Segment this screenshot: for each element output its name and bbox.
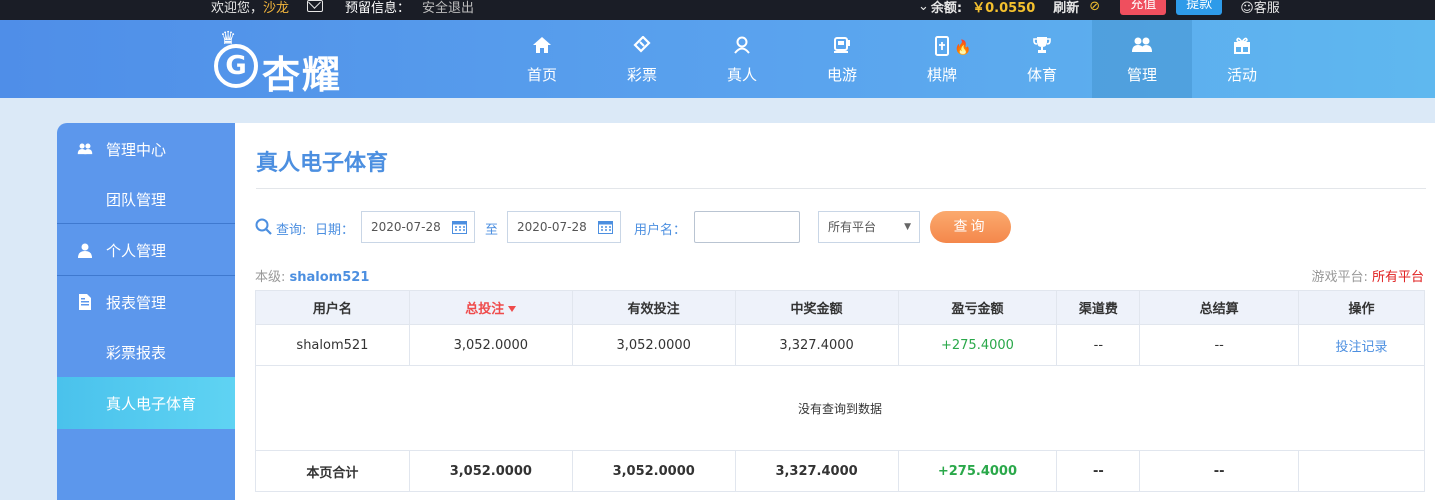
col-settlement: 总结算 bbox=[1139, 290, 1300, 325]
cell-settlement-sum: -- bbox=[1139, 450, 1300, 492]
user-info: 欢迎您，沙龙 预留信息： 安全退出 bbox=[211, 0, 474, 16]
recharge-button[interactable]: 充值 bbox=[1120, 0, 1167, 15]
welcome-text: 欢迎您，沙龙 bbox=[211, 0, 290, 16]
nav-home[interactable]: 首页 bbox=[492, 20, 592, 98]
date-from-input[interactable]: 2020-07-28 bbox=[361, 211, 475, 243]
col-username: 用户名 bbox=[255, 290, 410, 325]
cell-valid-bet: 3,052.0000 bbox=[571, 324, 736, 366]
balance-label: 余额: bbox=[930, 0, 963, 16]
table-total-row: 本页合计 3,052.0000 3,052.0000 3,327.4000 +2… bbox=[255, 450, 1425, 492]
username[interactable]: 沙龙 bbox=[263, 1, 289, 16]
report-icon bbox=[79, 294, 91, 310]
nav-chess[interactable]: 棋牌 🔥 bbox=[892, 20, 992, 98]
gift-icon bbox=[1234, 37, 1250, 54]
search-icon bbox=[255, 218, 272, 235]
withdraw-button[interactable]: 提款 bbox=[1176, 0, 1223, 15]
users-icon bbox=[77, 143, 93, 155]
cell-profit-loss-sum: +275.4000 bbox=[897, 450, 1058, 492]
username-label: 用户名： bbox=[634, 223, 687, 238]
chevron-down-icon[interactable]: ⌄ bbox=[918, 0, 929, 14]
logo-emblem: G bbox=[214, 44, 258, 88]
date-label: 日期： bbox=[315, 223, 355, 238]
account-bar: ⌄ 余额: ￥0.0550 刷新 ⊘ 充值 提款 ☺客服 bbox=[918, 0, 1280, 16]
query-button[interactable]: 查询 bbox=[930, 211, 1011, 243]
chat-icon: ☺ bbox=[1240, 0, 1254, 16]
cell-total-bet-sum: 3,052.0000 bbox=[408, 450, 573, 492]
table-empty-row: 没有查询到数据 bbox=[255, 365, 1425, 451]
ticket-icon bbox=[633, 36, 651, 53]
nav-activity[interactable]: 活动 bbox=[1192, 20, 1292, 98]
sidebar-item-team-management[interactable]: 团队管理 bbox=[57, 173, 235, 225]
person-icon bbox=[734, 36, 750, 54]
level-info: 本级: shalom521 bbox=[255, 270, 370, 285]
cell-username: shalom521 bbox=[255, 324, 410, 366]
reserved-message-label: 预留信息： bbox=[345, 0, 411, 16]
platform-select[interactable]: 所有平台 ▼ bbox=[818, 211, 920, 243]
hide-balance-icon[interactable]: ⊘ bbox=[1089, 0, 1100, 14]
users-icon bbox=[1132, 37, 1152, 52]
bet-record-link[interactable]: 投注记录 bbox=[1298, 324, 1425, 366]
user-icon bbox=[78, 243, 92, 258]
table-row: shalom521 3,052.0000 3,052.0000 3,327.40… bbox=[255, 324, 1425, 366]
nav-manage[interactable]: 管理 bbox=[1092, 20, 1192, 98]
sort-down-icon bbox=[508, 306, 517, 312]
top-bar: 欢迎您，沙龙 预留信息： 安全退出 ⌄ 余额: ￥0.0550 刷新 ⊘ 充值 … bbox=[0, 0, 1435, 20]
nav-sports[interactable]: 体育 bbox=[992, 20, 1092, 98]
nav-egames[interactable]: 电游 bbox=[792, 20, 892, 98]
logo[interactable]: ♛ G 杏耀 bbox=[212, 28, 362, 97]
sidebar-item-live-sports[interactable]: 真人电子体育 bbox=[57, 377, 235, 429]
col-valid-bet: 有效投注 bbox=[571, 290, 736, 325]
refresh-link[interactable]: 刷新 bbox=[1053, 0, 1079, 16]
balance-value: ￥0.0550 bbox=[972, 0, 1036, 16]
cell-valid-bet-sum: 3,052.0000 bbox=[571, 450, 736, 492]
hot-badge-icon: 🔥 bbox=[954, 40, 972, 56]
cell-total-bet: 3,052.0000 bbox=[408, 324, 573, 366]
title-divider bbox=[256, 188, 1426, 189]
sidebar-item-report-management[interactable]: 报表管理 bbox=[57, 276, 235, 328]
slot-icon bbox=[834, 37, 850, 53]
sidebar: 管理中心 团队管理 个人管理 报表管理 彩票报表 真人电子体育 bbox=[57, 123, 235, 500]
col-profit-loss: 盈亏金额 bbox=[897, 290, 1058, 325]
sidebar-item-lottery-report[interactable]: 彩票报表 bbox=[57, 326, 235, 378]
game-platform-value: 所有平台 bbox=[1371, 270, 1424, 285]
calendar-icon[interactable] bbox=[598, 220, 613, 234]
to-label: 至 bbox=[485, 223, 499, 238]
logo-text: 杏耀 bbox=[262, 52, 343, 97]
report-table: 用户名 总投注 有效投注 中奖金额 盈亏金额 渠道费 总结算 操作 shalom… bbox=[255, 290, 1425, 492]
home-icon bbox=[533, 37, 551, 53]
sidebar-item-management-center[interactable]: 管理中心 bbox=[57, 123, 235, 175]
col-win-amount: 中奖金额 bbox=[734, 290, 899, 325]
table-header-row: 用户名 总投注 有效投注 中奖金额 盈亏金额 渠道费 总结算 操作 bbox=[255, 290, 1425, 325]
cell-channel-fee: -- bbox=[1056, 324, 1141, 366]
page-title: 真人电子体育 bbox=[256, 151, 389, 176]
cell-profit-loss: +275.4000 bbox=[897, 324, 1058, 366]
customer-service-link[interactable]: ☺客服 bbox=[1240, 0, 1280, 16]
cell-win-amount-sum: 3,327.4000 bbox=[734, 450, 899, 492]
cell-action-empty bbox=[1298, 450, 1425, 492]
trophy-icon bbox=[1033, 37, 1051, 53]
col-total-bet[interactable]: 总投注 bbox=[408, 290, 573, 325]
main-panel: 真人电子体育 查询: 日期： 2020-07-28 至 2020-07-28 用… bbox=[235, 123, 1435, 500]
query-label: 查询: bbox=[276, 223, 307, 238]
level-username[interactable]: shalom521 bbox=[290, 270, 370, 285]
game-platform-info: 游戏平台: 所有平台 bbox=[1311, 270, 1424, 285]
nav-lottery[interactable]: 彩票 bbox=[592, 20, 692, 98]
col-channel-fee: 渠道费 bbox=[1056, 290, 1141, 325]
username-input[interactable] bbox=[694, 211, 800, 243]
sidebar-item-personal-management[interactable]: 个人管理 bbox=[57, 224, 235, 276]
cell-total-label: 本页合计 bbox=[255, 450, 410, 492]
cell-settlement: -- bbox=[1139, 324, 1300, 366]
cell-channel-fee-sum: -- bbox=[1056, 450, 1141, 492]
main-nav: ♛ G 杏耀 首页 彩票 真人 电游 棋牌 🔥 体育 管理 活动 bbox=[0, 20, 1435, 98]
caret-down-icon: ▼ bbox=[904, 222, 911, 232]
date-to-input[interactable]: 2020-07-28 bbox=[507, 211, 621, 243]
nav-live[interactable]: 真人 bbox=[692, 20, 792, 98]
cell-win-amount: 3,327.4000 bbox=[734, 324, 899, 366]
col-action: 操作 bbox=[1298, 290, 1425, 325]
cards-icon bbox=[935, 36, 949, 56]
mail-icon[interactable] bbox=[307, 0, 324, 12]
logout-link[interactable]: 安全退出 bbox=[422, 0, 474, 16]
calendar-icon[interactable] bbox=[452, 220, 467, 234]
no-data-message: 没有查询到数据 bbox=[255, 365, 1425, 451]
